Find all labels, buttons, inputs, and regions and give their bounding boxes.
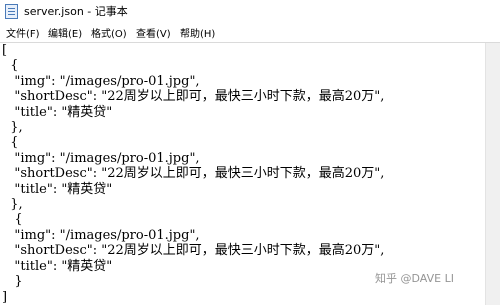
document-line: {	[2, 58, 19, 74]
menu-format[interactable]: 格式(O)	[91, 25, 127, 40]
document-line: "title": "精英贷"	[2, 181, 113, 197]
document-line: [	[2, 43, 8, 58]
document-line: },	[2, 120, 23, 136]
menu-edit[interactable]: 编辑(E)	[48, 25, 82, 40]
text-editor[interactable]: [ { "img": "/images/pro-01.jpg", "shortD…	[0, 43, 485, 305]
document-line: "img": "/images/pro-01.jpg",	[2, 150, 200, 166]
menu-file[interactable]: 文件(F)	[6, 25, 40, 40]
menu-help[interactable]: 帮助(H)	[180, 25, 215, 40]
document-line: "img": "/images/pro-01.jpg",	[2, 73, 200, 89]
vertical-scrollbar[interactable]	[485, 43, 500, 305]
document-line: "title": "精英贷"	[2, 104, 113, 120]
document-line: {	[2, 212, 23, 228]
document-line: ]	[2, 289, 8, 305]
window-title: server.json - 记事本	[24, 5, 128, 18]
watermark: 知乎 @DAVE LI	[375, 272, 454, 285]
document-text[interactable]: [ { "img": "/images/pro-01.jpg", "shortD…	[2, 43, 384, 305]
document-line: "shortDesc": "22周岁以上即可，最快三小时下款，最高20万",	[2, 243, 385, 259]
notepad-icon	[5, 4, 18, 19]
document-line: }	[2, 274, 23, 290]
document-line: },	[2, 197, 23, 213]
document-line: {	[2, 135, 19, 151]
document-line: "shortDesc": "22周岁以上即可，最快三小时下款，最高20万",	[2, 166, 385, 182]
document-line: "shortDesc": "22周岁以上即可，最快三小时下款，最高20万",	[2, 89, 385, 105]
menu-bar: 文件(F) 编辑(E) 格式(O) 查看(V) 帮助(H)	[0, 22, 500, 43]
title-bar: server.json - 记事本	[0, 0, 500, 22]
document-line: "img": "/images/pro-01.jpg",	[2, 227, 200, 243]
menu-view[interactable]: 查看(V)	[136, 25, 171, 40]
document-line: "title": "精英贷"	[2, 258, 113, 274]
